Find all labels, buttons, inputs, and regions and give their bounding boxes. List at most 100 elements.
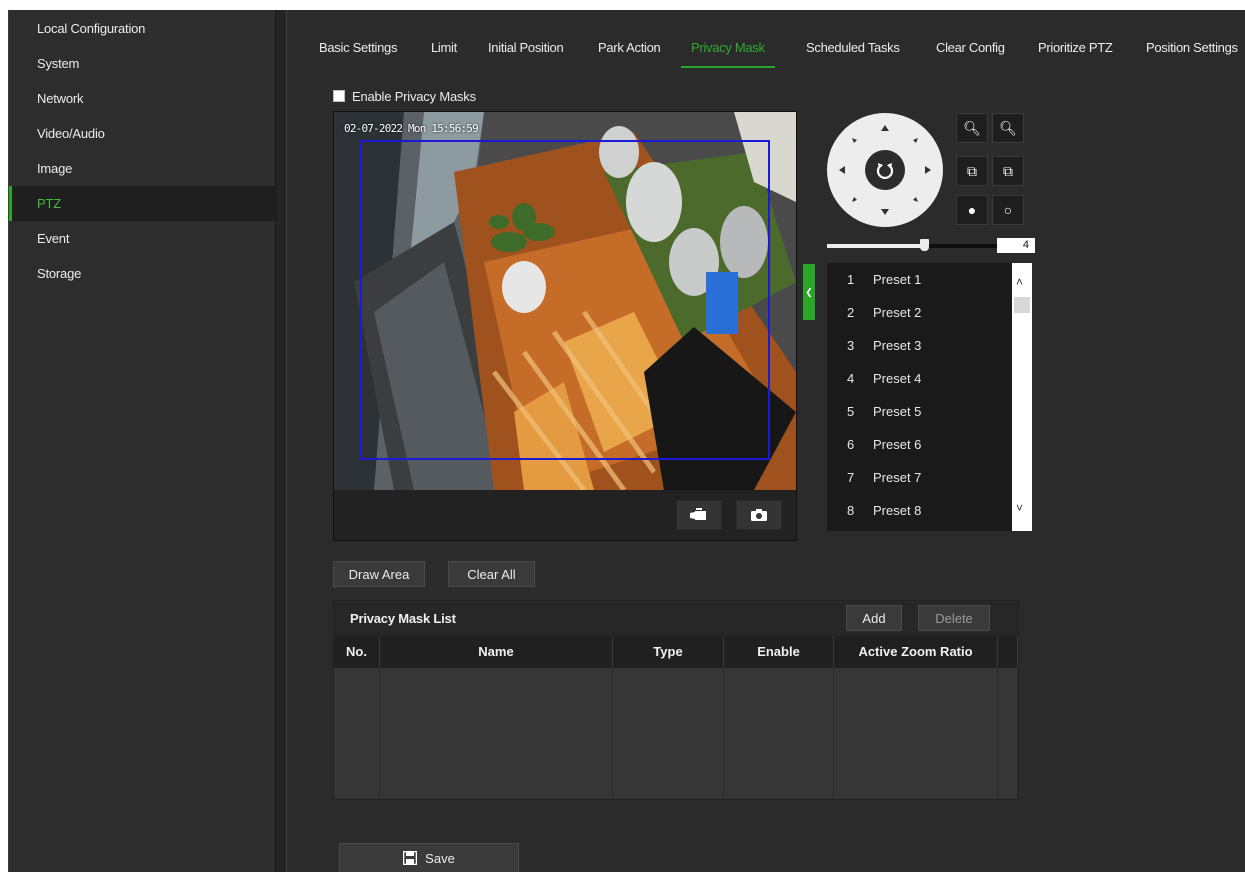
table-column-active-zoom-ratio	[834, 668, 998, 799]
zoom-in-icon: 🔍︎	[999, 119, 1017, 136]
column-header-active-zoom-ratio[interactable]: Active Zoom Ratio	[834, 636, 998, 668]
record-button[interactable]	[676, 500, 722, 530]
sidebar-item-event[interactable]: Event	[9, 221, 275, 256]
focus-far-icon: ⧉	[1003, 162, 1013, 179]
tab-park-action[interactable]: Park Action	[598, 28, 661, 68]
sidebar-item-ptz[interactable]: PTZ	[9, 186, 275, 221]
collapse-panel-button[interactable]: ❮	[803, 264, 815, 320]
enable-privacy-label: Enable Privacy Masks	[352, 88, 476, 104]
column-header-type[interactable]: Type	[613, 636, 724, 668]
zoom-out-button[interactable]: 🔍︎	[956, 113, 988, 143]
iris-open-button[interactable]: ○	[992, 195, 1024, 225]
capture-button[interactable]	[736, 500, 782, 530]
column-header-enable[interactable]: Enable	[724, 636, 834, 668]
preset-number: 2	[847, 305, 855, 320]
iris-close-button[interactable]: ●	[956, 195, 988, 225]
table-title: Privacy Mask List	[350, 611, 456, 626]
save-button[interactable]: Save	[339, 843, 519, 872]
enable-privacy-row: Enable Privacy Masks	[333, 88, 476, 104]
preset-number: 6	[847, 437, 855, 452]
sidebar-item-system[interactable]: System	[9, 46, 275, 81]
table-column-name	[380, 668, 613, 799]
column-header-no[interactable]: No.	[334, 636, 380, 668]
sidebar-item-video-audio[interactable]: Video/Audio	[9, 116, 275, 151]
preset-label: Preset 5	[873, 404, 922, 419]
iris-open-icon: ○	[1003, 202, 1013, 218]
preset-item[interactable]: 2 Preset 2	[827, 296, 1032, 329]
panel-divider	[276, 10, 286, 872]
preset-label: Preset 2	[873, 305, 922, 320]
tab-privacy-mask[interactable]: Privacy Mask	[681, 28, 775, 68]
ptz-speed-slider[interactable]	[827, 239, 997, 251]
column-header-spacer	[998, 636, 1018, 668]
chevron-down-icon[interactable]: ˅	[1016, 501, 1023, 515]
sidebar-item-image[interactable]: Image	[9, 151, 275, 186]
preset-item[interactable]: 4 Preset 4	[827, 362, 1032, 395]
slider-fill	[827, 244, 925, 248]
table-column-no	[334, 668, 380, 799]
preset-number: 4	[847, 371, 855, 386]
preset-item[interactable]: 6 Preset 6	[827, 428, 1032, 461]
tab-prioritize-ptz[interactable]: Prioritize PTZ	[1038, 28, 1113, 68]
preset-item[interactable]: 3 Preset 3	[827, 329, 1032, 362]
sidebar-item-storage[interactable]: Storage	[9, 256, 275, 291]
preset-item[interactable]: 5 Preset 5	[827, 395, 1032, 428]
preset-scrollbar[interactable]: ˄ ˅	[1012, 263, 1032, 531]
preset-label: Preset 3	[873, 338, 922, 353]
tab-scheduled-tasks[interactable]: Scheduled Tasks	[806, 28, 900, 68]
preset-item[interactable]: 7 Preset 7	[827, 461, 1032, 494]
ptz-direction-pad[interactable]	[827, 113, 943, 227]
video-toolbar	[334, 490, 796, 540]
tab-basic-settings[interactable]: Basic Settings	[319, 28, 397, 68]
add-mask-button[interactable]: Add	[846, 605, 902, 631]
preset-number: 8	[847, 503, 855, 518]
preset-item[interactable]: 8 Preset 8	[827, 494, 1032, 527]
tab-bar: Basic Settings Limit Initial Position Pa…	[287, 28, 1245, 68]
auto-pan-button[interactable]	[865, 150, 905, 190]
tab-initial-position[interactable]: Initial Position	[488, 28, 564, 68]
focus-near-icon: ⧉	[967, 162, 977, 179]
chevron-up-icon[interactable]: ˄	[1016, 275, 1023, 289]
preset-number: 5	[847, 404, 855, 419]
focus-near-button[interactable]: ⧉	[956, 156, 988, 186]
live-video[interactable]: 02-07-2022 Mon 15:56:59	[333, 111, 797, 541]
preset-item[interactable]: 1 Preset 1	[827, 263, 1032, 296]
save-icon	[403, 851, 418, 865]
preset-label: Preset 1	[873, 272, 922, 287]
tab-position-settings[interactable]: Position Settings	[1146, 28, 1238, 68]
chevron-left-icon: ❮	[805, 286, 813, 297]
zoom-in-button[interactable]: 🔍︎	[992, 113, 1024, 143]
camera-icon	[751, 509, 767, 521]
clear-all-button[interactable]: Clear All	[448, 561, 535, 587]
preset-number: 1	[847, 272, 855, 287]
scrollbar-thumb[interactable]	[1014, 297, 1030, 313]
save-label: Save	[425, 850, 455, 866]
record-icon	[690, 508, 706, 520]
table-header-bar: Privacy Mask List Add Delete	[334, 601, 1018, 636]
preset-label: Preset 8	[873, 503, 922, 518]
focus-far-button[interactable]: ⧉	[992, 156, 1024, 186]
zoom-out-icon: 🔍︎	[963, 119, 981, 136]
preset-list[interactable]: 1 Preset 1 2 Preset 2 3 Preset 3 4 Preset 4 …	[827, 263, 1032, 531]
sidebar: Local Configuration System Network Video…	[8, 10, 276, 872]
iris-close-icon: ●	[967, 202, 977, 218]
slider-handle[interactable]	[920, 239, 930, 251]
preset-number: 3	[847, 338, 855, 353]
enable-privacy-checkbox[interactable]	[333, 90, 345, 102]
main-panel: Basic Settings Limit Initial Position Pa…	[286, 10, 1245, 872]
preset-label: Preset 6	[873, 437, 922, 452]
sidebar-item-local-configuration[interactable]: Local Configuration	[9, 10, 275, 46]
privacy-mask-table: Privacy Mask List Add Delete No. Name Ty…	[333, 600, 1019, 800]
delete-mask-button[interactable]: Delete	[918, 605, 990, 631]
tab-limit[interactable]: Limit	[431, 28, 457, 68]
auto-pan-icon	[876, 163, 894, 179]
table-scroll-gutter	[998, 668, 1018, 799]
draw-area-button[interactable]: Draw Area	[333, 561, 425, 587]
sidebar-item-network[interactable]: Network	[9, 81, 275, 116]
camera-view: 02-07-2022 Mon 15:56:59	[334, 112, 796, 490]
tab-clear-config[interactable]: Clear Config	[936, 28, 1005, 68]
ptz-speed-value[interactable]: 4	[997, 238, 1035, 253]
privacy-mask-area[interactable]	[360, 140, 770, 460]
osd-timestamp: 02-07-2022 Mon 15:56:59	[344, 122, 479, 135]
column-header-name[interactable]: Name	[380, 636, 613, 668]
